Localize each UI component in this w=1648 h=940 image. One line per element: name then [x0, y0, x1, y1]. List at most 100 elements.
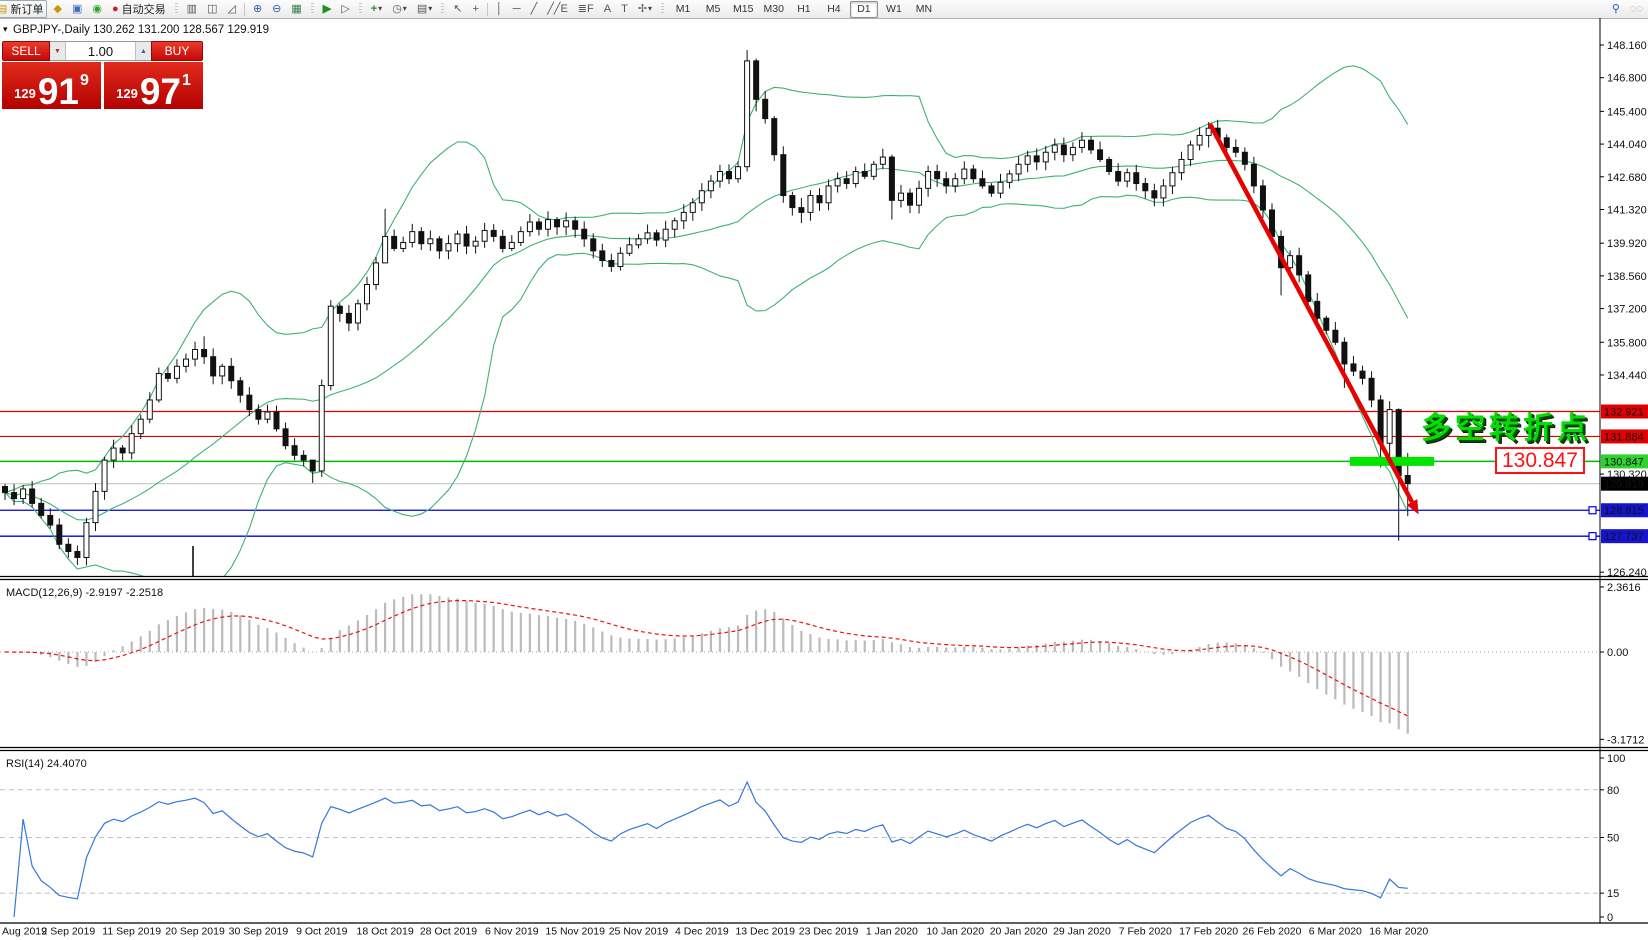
vertical-line-tool-icon[interactable]: │ — [492, 0, 507, 18]
date-label[interactable]: 6 Mar 2020 — [1309, 926, 1362, 938]
zoom-out-icon[interactable]: ⊖ — [268, 0, 285, 18]
cursor-icon[interactable]: ↖ — [449, 0, 466, 18]
candle-body — [482, 230, 487, 241]
date-label[interactable]: 4 Dec 2019 — [675, 926, 729, 938]
sell-button[interactable]: SELL — [2, 41, 50, 61]
channel-tool-icon[interactable]: ╱╱E — [543, 0, 572, 18]
candle-body — [654, 233, 659, 240]
new-order-button[interactable]: ▤ 新订单 — [0, 0, 47, 18]
date-label[interactable]: 2 Sep 2019 — [41, 926, 95, 938]
candle-body — [790, 196, 795, 208]
candle-body — [582, 229, 587, 239]
market-watch-icon[interactable]: ◆ — [49, 0, 65, 18]
tile-windows-icon[interactable]: ▦ — [287, 0, 305, 18]
buy-button[interactable]: BUY — [151, 41, 203, 61]
auto-trading-button[interactable]: ● 自动交易 — [108, 0, 170, 18]
crosshair-icon[interactable]: + — [468, 0, 482, 18]
candle-body — [84, 523, 89, 558]
candle-body — [184, 359, 189, 366]
text-label-tool-icon[interactable]: T — [617, 0, 632, 18]
candle-body — [1052, 145, 1057, 152]
candle-body — [1224, 138, 1229, 148]
fibonacci-tool-icon[interactable]: ≣F — [574, 0, 598, 18]
candle-body — [1242, 152, 1247, 164]
timeframe-h1[interactable]: H1 — [790, 1, 818, 18]
auto-scroll-icon[interactable]: ▶ — [319, 0, 335, 18]
date-label[interactable]: 7 Feb 2020 — [1119, 926, 1172, 938]
date-label[interactable]: 16 Mar 2020 — [1369, 926, 1428, 938]
axis-tick-label: 126.240 — [1607, 567, 1647, 579]
date-label[interactable]: 18 Oct 2019 — [356, 926, 413, 938]
date-label[interactable]: 20 Sep 2019 — [165, 926, 225, 938]
trendline-tool-icon[interactable]: ╱ — [527, 0, 542, 18]
chart-shift-icon[interactable]: ▷ — [337, 0, 353, 18]
candle-body — [636, 239, 641, 245]
timeframe-m30[interactable]: M30 — [759, 1, 787, 18]
timeframe-m5[interactable]: M5 — [699, 1, 727, 18]
date-label[interactable]: 17 Feb 2020 — [1179, 926, 1238, 938]
date-label[interactable]: 6 Nov 2019 — [485, 926, 539, 938]
date-label[interactable]: 11 Sep 2019 — [102, 926, 161, 938]
volume-decrease-button[interactable]: ▼ — [50, 42, 66, 60]
support-price-label[interactable]: 130.847 — [1495, 447, 1585, 474]
date-label[interactable]: 10 Jan 2020 — [926, 926, 984, 938]
terminal-icon[interactable]: ▣ — [68, 0, 86, 18]
candle-body — [600, 251, 605, 261]
date-label[interactable]: 29 Jan 2020 — [1053, 926, 1111, 938]
turning-point-annotation[interactable]: 多空转折点 — [1421, 403, 1591, 447]
zoom-in-icon[interactable]: ⊕ — [249, 0, 266, 18]
volume-increase-button[interactable]: ▲ — [135, 42, 151, 60]
chart-canvas[interactable]: ▾ GBPJPY-,Daily 130.262 131.200 128.567 … — [0, 18, 1648, 940]
line-chart-icon[interactable]: ◿ — [223, 0, 239, 18]
date-label[interactable]: 23 Dec 2019 — [799, 926, 859, 938]
horizontal-line-tool-icon[interactable]: ─ — [509, 0, 525, 18]
candle-body — [1125, 173, 1130, 181]
add-indicator-button[interactable]: +▾ — [367, 0, 386, 18]
date-label[interactable]: 30 Sep 2019 — [229, 926, 289, 938]
fibonacci-glyph: ≣ — [578, 4, 587, 15]
axis-tick-label: 0.00 — [1607, 647, 1628, 659]
symbol-ohlc-line: GBPJPY-,Daily 130.262 131.200 128.567 12… — [13, 24, 269, 36]
buy-price-panel[interactable]: 129971 — [104, 62, 203, 109]
level-endpoint-marker[interactable] — [1589, 507, 1596, 514]
candle-body — [998, 182, 1003, 193]
timeframe-h4[interactable]: H4 — [820, 1, 848, 18]
level-endpoint-marker[interactable] — [1589, 533, 1596, 540]
chat-icon[interactable]: ◌◌ — [1626, 0, 1647, 18]
volume-value[interactable]: 1.00 — [66, 42, 135, 60]
axis-tick-label: -3.1712 — [1607, 734, 1644, 746]
price-badge-label: 131.884 — [1604, 431, 1644, 443]
date-label[interactable]: Aug 2019 — [2, 926, 47, 938]
date-label[interactable]: 13 Dec 2019 — [735, 926, 795, 938]
candle-body — [120, 448, 125, 453]
sell-price-panel[interactable]: 129919 — [2, 62, 101, 109]
templates-button[interactable]: ▤▾ — [413, 0, 436, 18]
date-label[interactable]: 15 Nov 2019 — [545, 926, 605, 938]
candle-body — [39, 503, 44, 515]
candle-body — [274, 412, 279, 429]
candlestick-chart-icon[interactable]: ◫ — [203, 0, 221, 18]
signals-icon[interactable]: ◉ — [88, 0, 106, 18]
timeframe-m15[interactable]: M15 — [729, 1, 757, 18]
date-label[interactable]: 25 Nov 2019 — [609, 926, 669, 938]
date-label[interactable]: 1 Jan 2020 — [866, 926, 918, 938]
arrows-tool-button[interactable]: ✢▾ — [634, 0, 656, 18]
search-icon[interactable]: ⚲ — [1608, 0, 1624, 18]
bar-chart-icon[interactable]: ▥ — [183, 0, 201, 18]
text-tool-icon[interactable]: A — [600, 0, 615, 18]
date-label[interactable]: 28 Oct 2019 — [420, 926, 477, 938]
trend-arrow-line[interactable] — [1210, 124, 1412, 502]
date-label[interactable]: 9 Oct 2019 — [296, 926, 348, 938]
timeframe-d1[interactable]: D1 — [850, 1, 878, 18]
one-click-collapse-icon[interactable]: ▾ — [3, 24, 8, 34]
timeframe-w1[interactable]: W1 — [880, 1, 908, 18]
date-label[interactable]: 26 Feb 2020 — [1243, 926, 1302, 938]
periods-button[interactable]: ◷▾ — [388, 0, 411, 18]
date-label[interactable]: 20 Jan 2020 — [990, 926, 1048, 938]
template-icon: ▤ — [417, 4, 427, 15]
bollinger-middle-band — [5, 160, 1408, 520]
rsi-layer — [0, 782, 1600, 917]
timeframe-m1[interactable]: M1 — [669, 1, 697, 18]
candle-body — [319, 386, 324, 471]
timeframe-mn[interactable]: MN — [910, 1, 938, 18]
